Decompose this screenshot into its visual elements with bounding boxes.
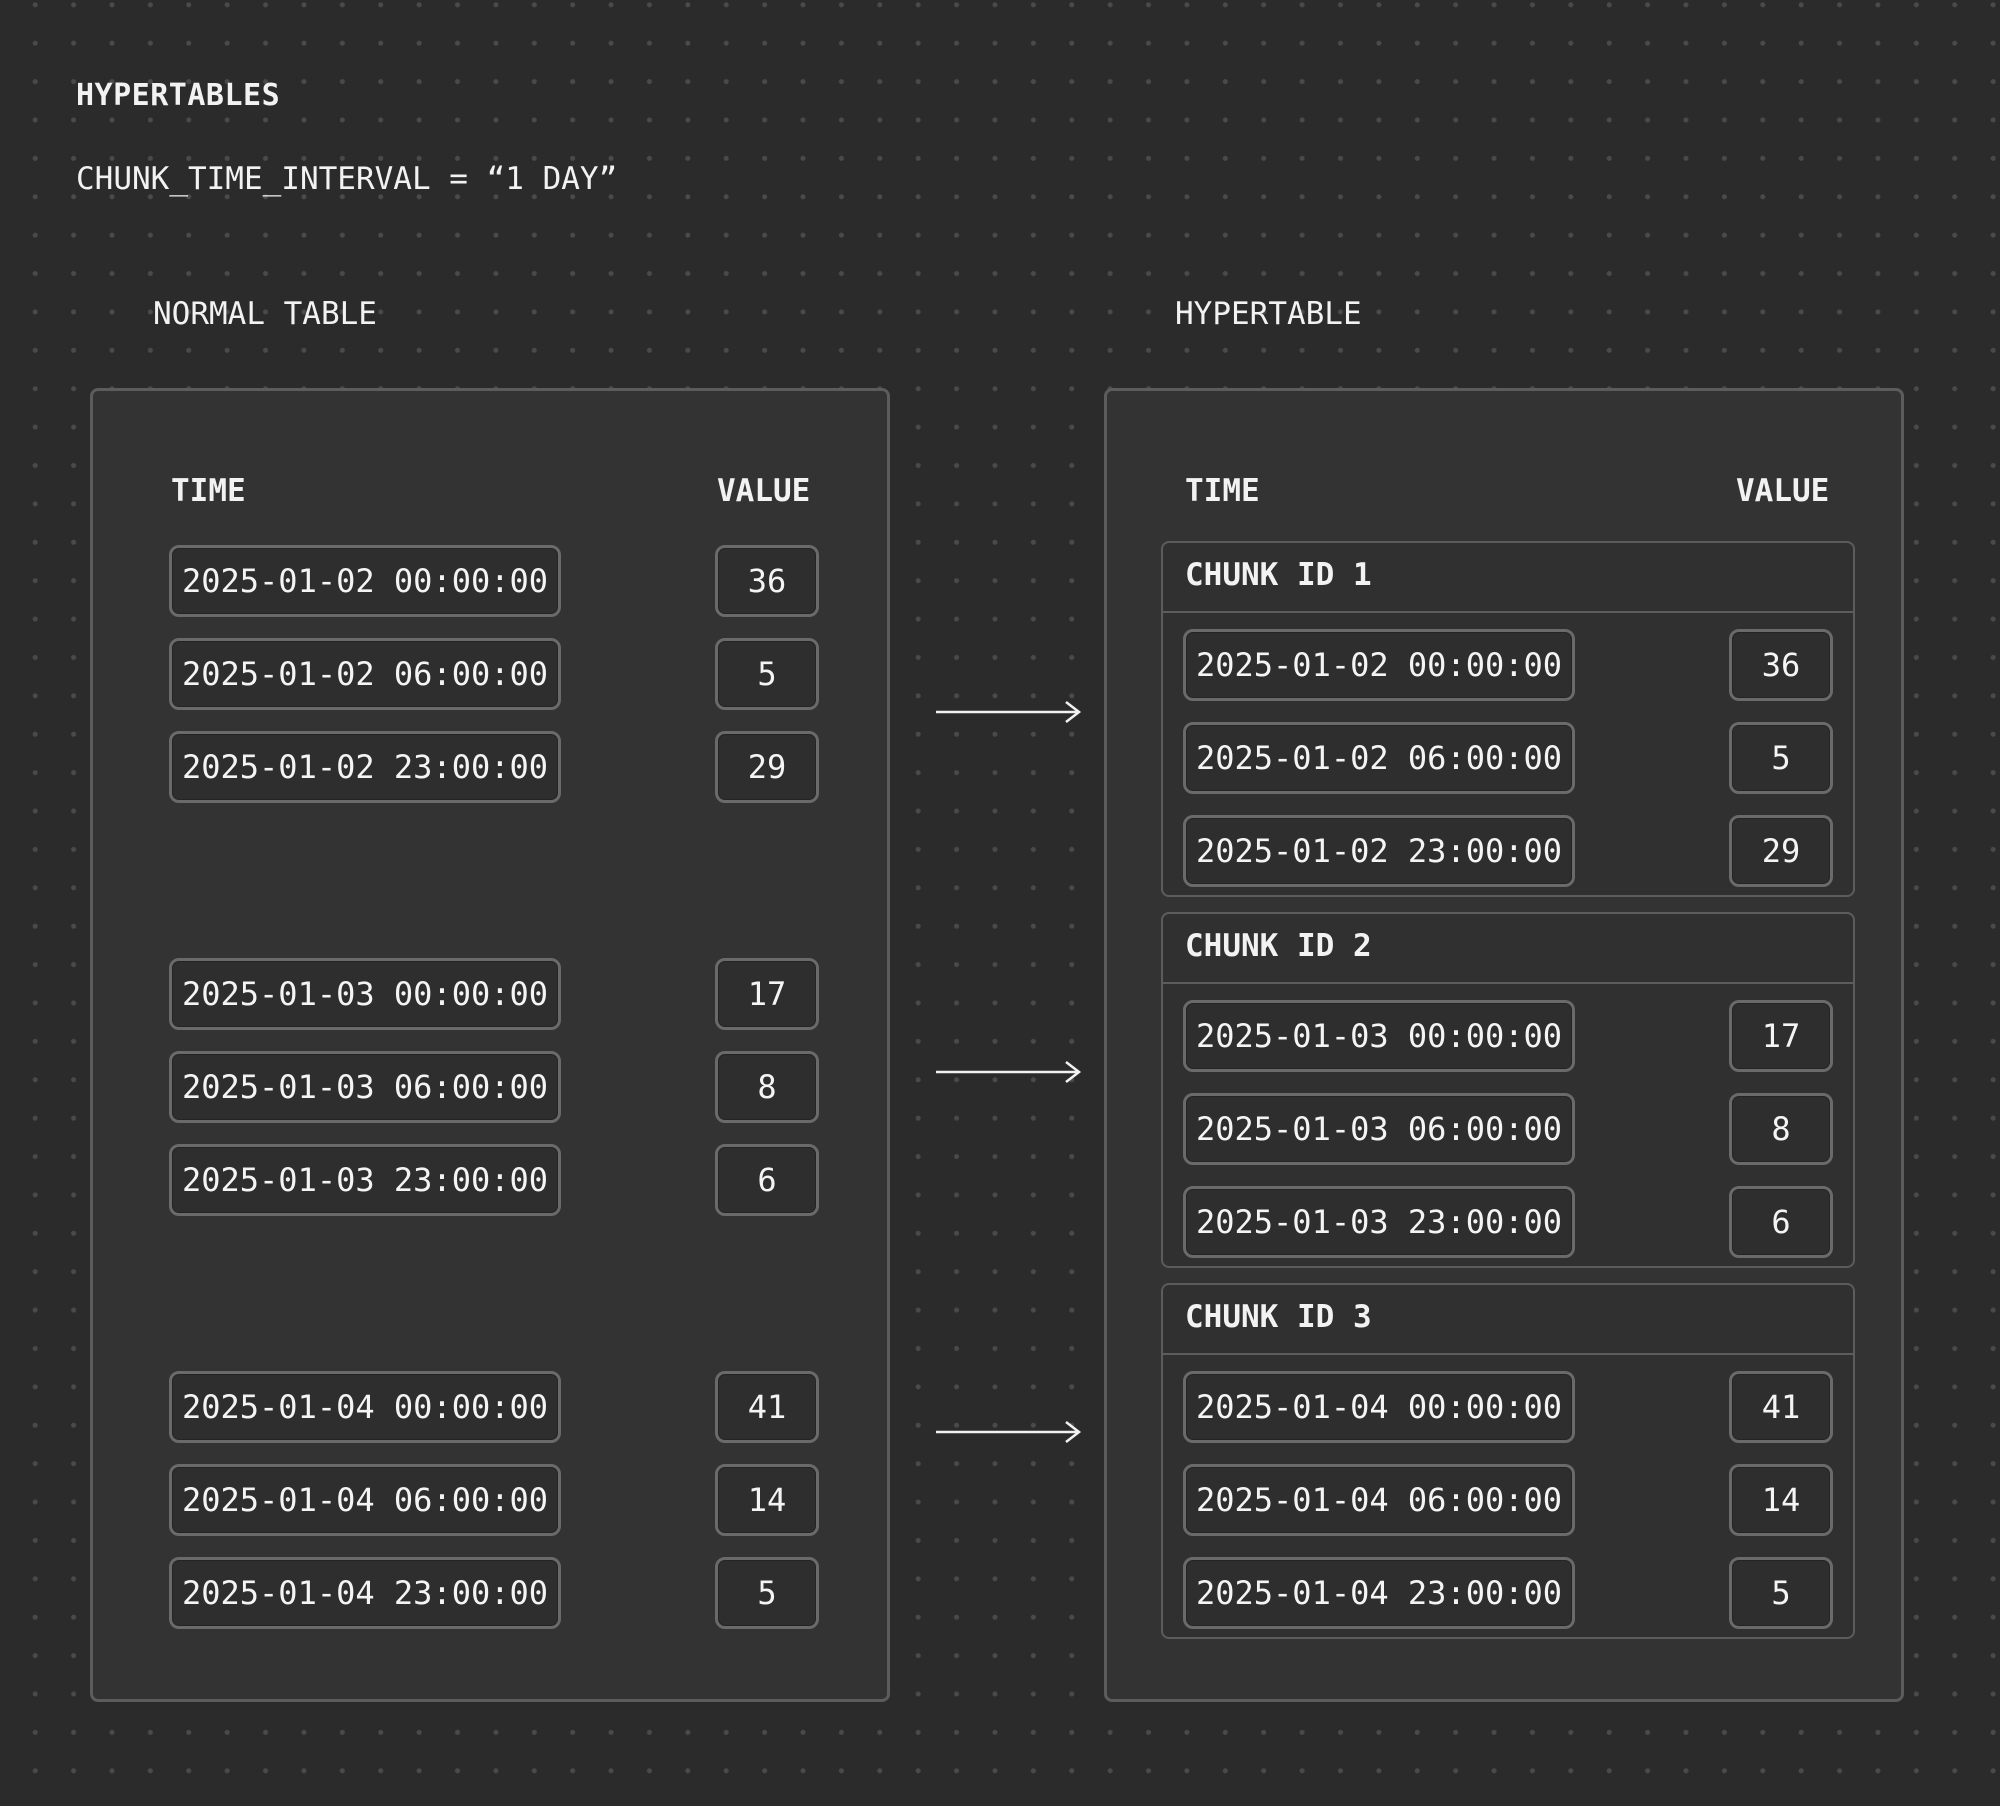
normal-table-label: NORMAL TABLE	[153, 296, 377, 332]
chunk-3: CHUNK ID 3 2025-01-04 00:00:00 41 2025-0…	[1161, 1283, 1855, 1639]
time-cell: 2025-01-03 00:00:00	[169, 958, 561, 1030]
arrow-right-icon	[936, 1061, 1082, 1083]
time-cell: 2025-01-03 06:00:00	[1183, 1093, 1575, 1165]
value-cell: 5	[715, 638, 819, 710]
chunk-1: CHUNK ID 1 2025-01-02 00:00:00 36 2025-0…	[1161, 541, 1855, 897]
time-cell: 2025-01-04 06:00:00	[1183, 1464, 1575, 1536]
value-cell: 8	[1729, 1093, 1833, 1165]
normal-time-column-header: TIME	[171, 473, 246, 509]
time-cell: 2025-01-02 06:00:00	[1183, 722, 1575, 794]
hypertable-label: HYPERTABLE	[1175, 296, 1362, 332]
time-cell: 2025-01-02 00:00:00	[169, 545, 561, 617]
time-cell: 2025-01-04 00:00:00	[169, 1371, 561, 1443]
value-cell: 5	[1729, 722, 1833, 794]
value-cell: 29	[1729, 815, 1833, 887]
value-cell: 6	[1729, 1186, 1833, 1258]
time-cell: 2025-01-04 00:00:00	[1183, 1371, 1575, 1443]
chunk-title: CHUNK ID 1	[1185, 557, 1372, 593]
time-cell: 2025-01-03 23:00:00	[169, 1144, 561, 1216]
time-cell: 2025-01-03 06:00:00	[169, 1051, 561, 1123]
normal-table-panel: TIME VALUE 2025-01-02 00:00:00 36 2025-0…	[90, 388, 890, 1702]
time-cell: 2025-01-03 23:00:00	[1183, 1186, 1575, 1258]
value-cell: 8	[715, 1051, 819, 1123]
arrow-right-icon	[936, 1421, 1082, 1443]
time-cell: 2025-01-02 06:00:00	[169, 638, 561, 710]
chunk-2: CHUNK ID 2 2025-01-03 00:00:00 17 2025-0…	[1161, 912, 1855, 1268]
chunk-title: CHUNK ID 2	[1185, 928, 1372, 964]
arrow-right-icon	[936, 701, 1082, 723]
value-cell: 17	[715, 958, 819, 1030]
time-cell: 2025-01-04 23:00:00	[1183, 1557, 1575, 1629]
normal-value-column-header: VALUE	[717, 473, 811, 509]
value-cell: 41	[1729, 1371, 1833, 1443]
value-cell: 36	[1729, 629, 1833, 701]
time-cell: 2025-01-02 23:00:00	[1183, 815, 1575, 887]
value-cell: 17	[1729, 1000, 1833, 1072]
hyper-time-column-header: TIME	[1185, 473, 1260, 509]
page-title: HYPERTABLES	[76, 78, 281, 113]
time-cell: 2025-01-04 06:00:00	[169, 1464, 561, 1536]
value-cell: 41	[715, 1371, 819, 1443]
value-cell: 6	[715, 1144, 819, 1216]
chunk-title: CHUNK ID 3	[1185, 1299, 1372, 1335]
hypertable-panel: TIME VALUE CHUNK ID 1 2025-01-02 00:00:0…	[1104, 388, 1904, 1702]
chunk-interval-setting: CHUNK_TIME_INTERVAL = “1 DAY”	[76, 161, 618, 197]
value-cell: 5	[1729, 1557, 1833, 1629]
time-cell: 2025-01-02 23:00:00	[169, 731, 561, 803]
value-cell: 14	[715, 1464, 819, 1536]
chunk-header: CHUNK ID 1	[1163, 543, 1853, 613]
time-cell: 2025-01-02 00:00:00	[1183, 629, 1575, 701]
chunk-header: CHUNK ID 3	[1163, 1285, 1853, 1355]
value-cell: 29	[715, 731, 819, 803]
value-cell: 5	[715, 1557, 819, 1629]
value-cell: 14	[1729, 1464, 1833, 1536]
time-cell: 2025-01-03 00:00:00	[1183, 1000, 1575, 1072]
value-cell: 36	[715, 545, 819, 617]
time-cell: 2025-01-04 23:00:00	[169, 1557, 561, 1629]
hyper-value-column-header: VALUE	[1736, 473, 1830, 509]
chunk-header: CHUNK ID 2	[1163, 914, 1853, 984]
